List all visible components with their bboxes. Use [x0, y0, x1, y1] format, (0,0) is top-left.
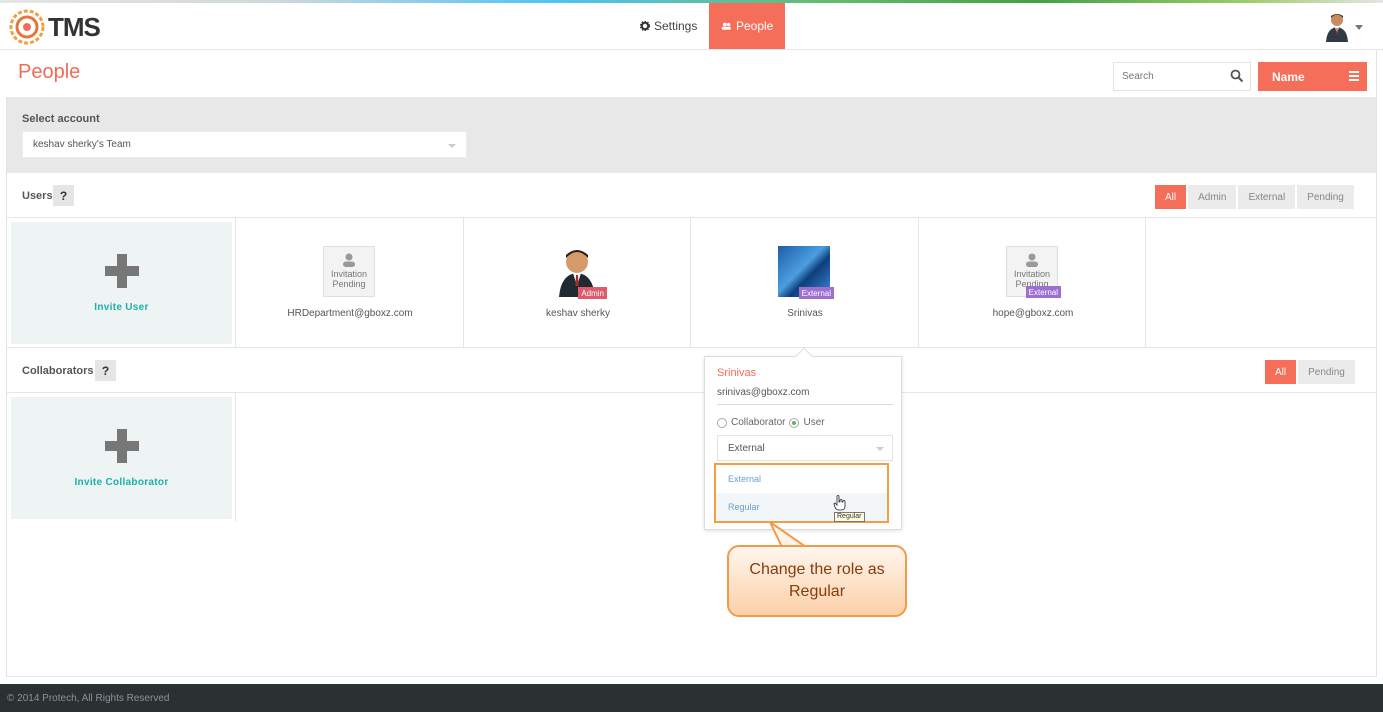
account-select[interactable]: keshav sherky's Team — [22, 131, 467, 158]
collaborators-filter-pending[interactable]: Pending — [1298, 360, 1355, 384]
collaborators-help-button[interactable]: ? — [95, 360, 116, 381]
nav-people-label: People — [735, 19, 774, 33]
menu-bars-icon — [1349, 71, 1359, 81]
invite-collaborator-label: Invite Collaborator — [74, 476, 169, 488]
admin-badge: Admin — [578, 287, 607, 299]
grid-divider — [235, 393, 236, 523]
user-card-name: keshav sherky — [546, 308, 610, 319]
search-box[interactable] — [1113, 62, 1251, 91]
pending-text: Invitation Pending — [330, 269, 368, 289]
collaborators-filter-group: All Pending — [1265, 360, 1355, 384]
cursor-tooltip: Regular — [834, 512, 865, 522]
radio-user[interactable] — [789, 417, 800, 428]
account-select-value: keshav sherky's Team — [33, 139, 131, 150]
users-help-button[interactable]: ? — [53, 185, 74, 206]
search-input[interactable] — [1114, 63, 1224, 90]
nav-settings[interactable]: Settings — [628, 3, 709, 49]
pending-avatar: Invitation Pending — [323, 246, 375, 297]
nav-people[interactable]: People — [709, 3, 786, 49]
user-type-radio-group: Collaborator User — [717, 417, 825, 428]
role-select[interactable]: External — [717, 435, 893, 461]
popover-user-email: srinivas@gboxz.com — [717, 387, 893, 405]
people-icon — [722, 22, 732, 30]
role-options-list: External Regular Regular — [714, 463, 889, 523]
search-icon[interactable] — [1230, 69, 1244, 83]
user-card[interactable]: Invitation Pending HRDepartment@gboxz.co… — [235, 218, 463, 348]
user-avatar-icon[interactable] — [1325, 12, 1349, 42]
pending-avatar: Invitation Pending External — [1006, 246, 1061, 298]
hand-cursor-icon — [833, 495, 846, 511]
plus-icon — [104, 428, 139, 463]
users-filter-admin[interactable]: Admin — [1188, 185, 1237, 209]
user-avatar: Admin — [551, 246, 607, 299]
gear-icon — [640, 21, 650, 31]
collaborators-label: Collaborators — [22, 365, 94, 377]
chevron-down-icon — [448, 144, 456, 148]
chevron-down-icon — [876, 447, 884, 451]
instruction-callout: Change the role as Regular — [727, 545, 907, 617]
popover-user-name: Srinivas — [717, 367, 757, 379]
footer: © 2014 Protech, All Rights Reserved — [0, 684, 1383, 712]
app-logo[interactable]: TMS — [8, 7, 101, 47]
users-filter-pending[interactable]: Pending — [1297, 185, 1354, 209]
page-titlebar: People Name — [6, 50, 1377, 97]
app-name: TMS — [48, 11, 101, 42]
account-label: Select account — [22, 113, 100, 125]
users-grid: Invite User Invitation Pending HRDepartm… — [6, 218, 1377, 348]
nav-settings-label: Settings — [654, 19, 698, 33]
radio-user-label: User — [803, 417, 825, 428]
users-filter-group: All Admin External Pending — [1155, 185, 1354, 209]
invite-user-card[interactable]: Invite User — [11, 222, 232, 344]
users-label: Users — [22, 190, 53, 202]
sort-name-label: Name — [1272, 69, 1305, 84]
grid-divider — [1145, 218, 1146, 348]
invite-collaborator-card[interactable]: Invite Collaborator — [11, 397, 232, 519]
main-nav: Settings People — [628, 3, 786, 49]
radio-collaborator-label: Collaborator — [731, 417, 786, 428]
person-placeholder-icon — [343, 253, 355, 267]
role-option-external[interactable]: External — [716, 465, 887, 493]
users-section-header: Users ? All Admin External Pending — [6, 174, 1377, 218]
user-card[interactable]: Admin keshav sherky — [463, 218, 691, 348]
users-filter-all[interactable]: All — [1155, 185, 1187, 209]
users-filter-external[interactable]: External — [1238, 185, 1296, 209]
user-menu-caret-icon[interactable] — [1355, 25, 1363, 30]
content-empty-area — [6, 522, 1377, 677]
right-border — [1376, 50, 1377, 677]
radio-collaborator[interactable] — [717, 417, 727, 428]
person-placeholder-icon — [1026, 253, 1038, 267]
external-badge: External — [1025, 286, 1061, 298]
invite-user-label: Invite User — [94, 301, 149, 313]
sort-name-button[interactable]: Name — [1258, 62, 1367, 91]
collaborators-filter-all[interactable]: All — [1265, 360, 1297, 384]
collaborators-grid: Invite Collaborator — [6, 393, 1377, 523]
user-card[interactable]: External Srinivas — [690, 218, 918, 348]
tms-logo-icon — [9, 9, 45, 45]
footer-copyright: © 2014 Protech, All Rights Reserved — [7, 692, 170, 704]
user-card-name: HRDepartment@gboxz.com — [287, 308, 413, 319]
role-select-value: External — [728, 442, 765, 454]
app-header: TMS Settings People — [0, 3, 1383, 50]
external-badge: External — [798, 287, 834, 299]
user-card-name: Srinivas — [787, 308, 823, 319]
user-card[interactable]: Invitation Pending External hope@gboxz.c… — [918, 218, 1146, 348]
user-avatar: External — [778, 246, 834, 299]
page-title: People — [18, 61, 81, 83]
plus-icon — [104, 253, 139, 288]
user-card-name: hope@gboxz.com — [992, 308, 1074, 319]
user-role-popover: Srinivas srinivas@gboxz.com Collaborator… — [704, 347, 902, 530]
collaborators-section-header: Collaborators ? All Pending — [6, 349, 1377, 393]
left-border — [6, 97, 7, 677]
account-panel: Select account keshav sherky's Team — [6, 97, 1377, 173]
